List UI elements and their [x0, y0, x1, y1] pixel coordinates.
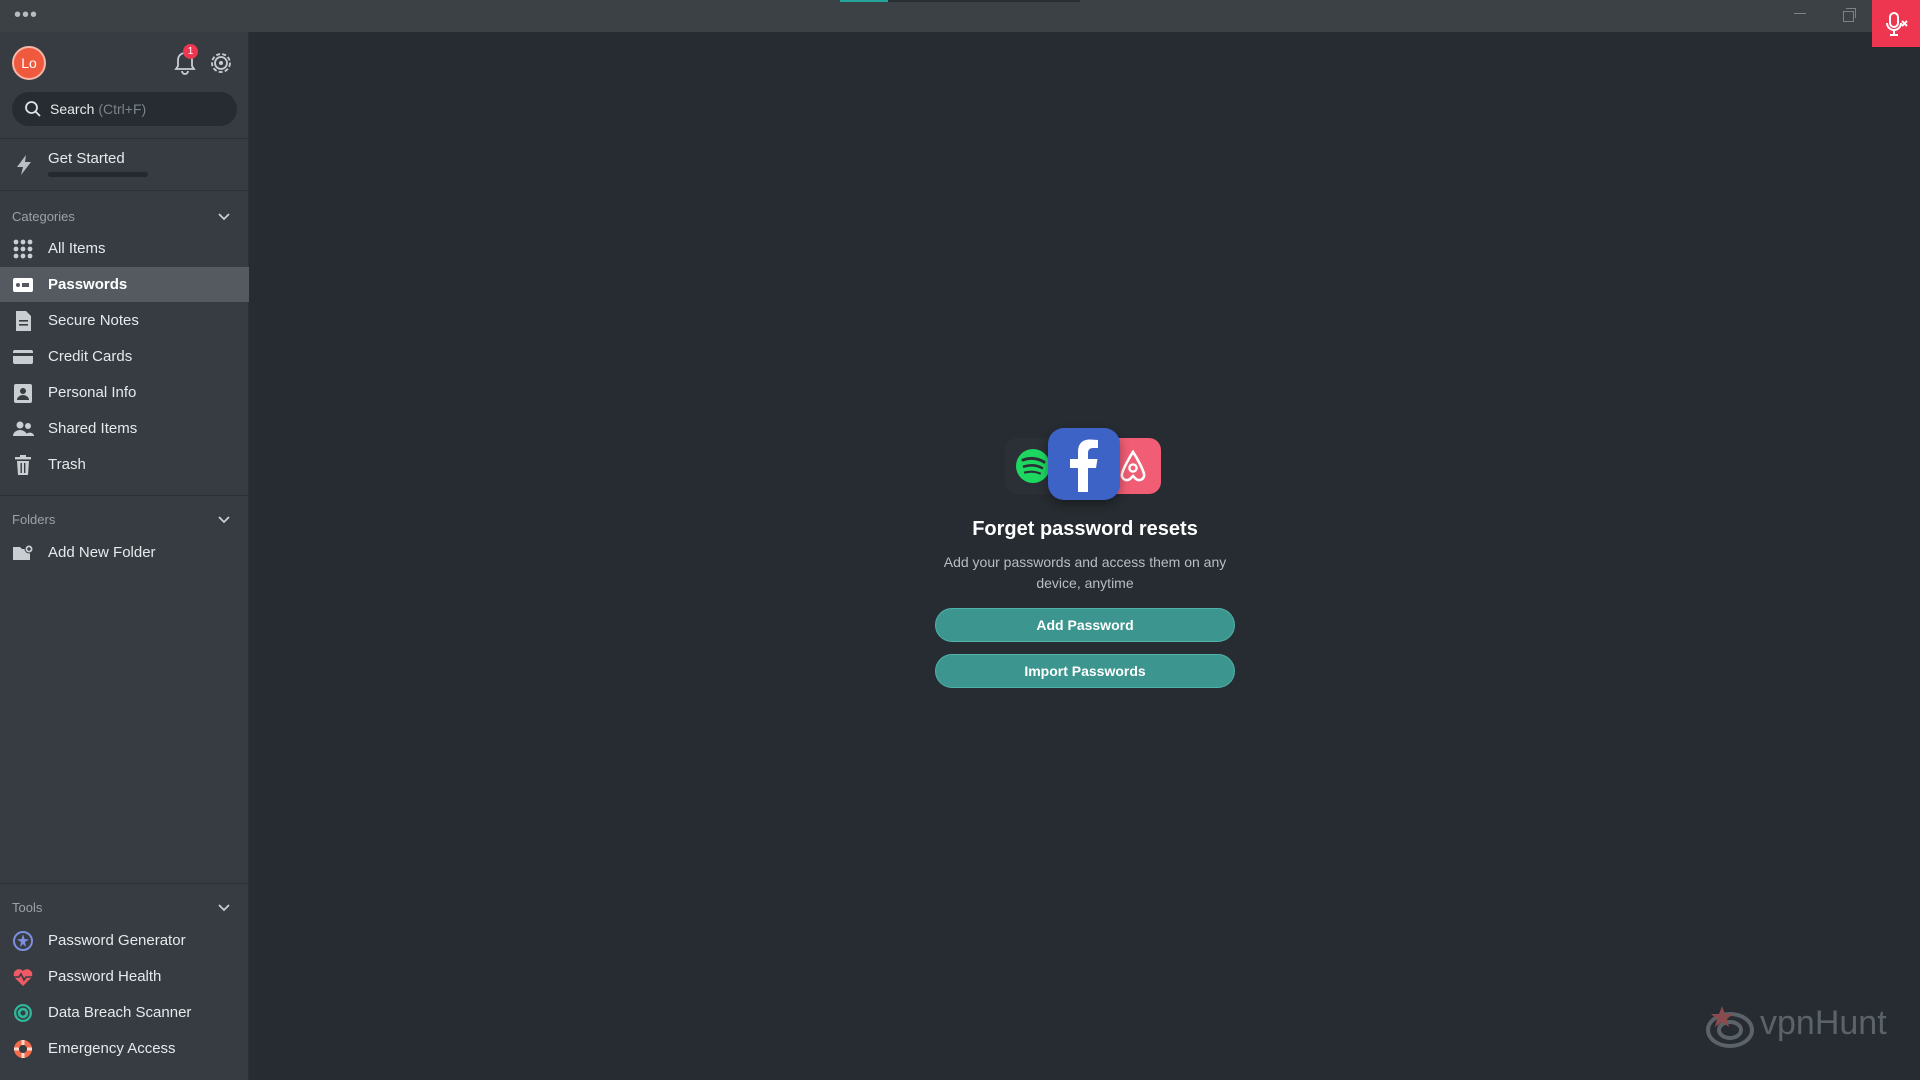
import-passwords-button[interactable]: Import Passwords [935, 654, 1235, 688]
divider [0, 190, 249, 191]
get-started-progress [48, 172, 148, 177]
microphone-muted-icon [1886, 11, 1908, 36]
note-icon [16, 311, 31, 331]
restore-icon [1842, 7, 1856, 22]
tool-emergency-access[interactable]: Emergency Access [0, 1031, 249, 1066]
search-shortcut-hint: (Ctrl+F) [98, 101, 147, 117]
sidebar-item-label: Add New Folder [48, 544, 156, 561]
sidebar-item-label: Passwords [48, 276, 128, 293]
divider [0, 883, 249, 884]
categories-heading: Categories [12, 209, 75, 224]
facebook-logo-icon [1048, 428, 1120, 500]
generator-icon [13, 931, 33, 951]
sidebar-item-passwords[interactable]: Passwords [0, 267, 249, 302]
divider [0, 495, 249, 496]
sidebar-item-label: Password Health [48, 968, 162, 985]
lightning-icon [17, 155, 31, 175]
password-card-icon [13, 278, 33, 292]
empty-state-subtitle: Add your passwords and access them on an… [935, 552, 1235, 594]
sidebar-item-label: Secure Notes [48, 312, 139, 329]
folder-add-icon [13, 544, 34, 560]
empty-state-title: Forget password resets [972, 518, 1198, 540]
search-placeholder: Search [50, 101, 95, 117]
microphone-muted-button[interactable] [1872, 0, 1920, 47]
active-tab-indicator [840, 0, 888, 2]
gear-icon[interactable] [208, 50, 234, 76]
credit-card-icon [13, 350, 33, 364]
sidebar-item-label: Data Breach Scanner [48, 1004, 192, 1021]
grid-icon [13, 239, 33, 259]
radar-icon [14, 1004, 32, 1022]
sidebar-item-all-items[interactable]: All Items [0, 231, 249, 266]
tools-heading: Tools [12, 900, 43, 915]
sidebar-item-credit-cards[interactable]: Credit Cards [0, 339, 249, 374]
title-bar: ••• [0, 0, 1920, 47]
avatar[interactable]: Lo [12, 46, 46, 80]
chevron-down-icon[interactable] [216, 900, 232, 916]
tool-data-breach-scanner[interactable]: Data Breach Scanner [0, 995, 249, 1030]
search-input[interactable]: Search (Ctrl+F) [12, 92, 237, 126]
empty-state-subtitle-line: device, anytime [1036, 575, 1134, 591]
trash-icon [15, 455, 31, 475]
sidebar-item-trash[interactable]: Trash [0, 447, 249, 482]
add-password-button[interactable]: Add Password [935, 608, 1235, 642]
notification-badge: 1 [183, 44, 198, 59]
folders-heading: Folders [12, 512, 56, 527]
minimize-button[interactable] [1776, 0, 1824, 32]
sidebar: Lo 1 Search (Ctrl+F) Get Started Categor… [0, 32, 249, 1080]
sidebar-item-label: Credit Cards [48, 348, 133, 365]
lifebuoy-icon [14, 1040, 32, 1058]
sidebar-item-label: Password Generator [48, 932, 186, 949]
restore-button[interactable] [1824, 0, 1872, 32]
id-badge-icon [14, 384, 32, 403]
tool-password-generator[interactable]: Password Generator [0, 923, 249, 958]
add-new-folder-button[interactable]: Add New Folder [0, 535, 249, 570]
sidebar-item-personal-info[interactable]: Personal Info [0, 375, 249, 410]
vpnhunt-watermark-icon [1706, 1006, 1754, 1048]
sidebar-item-label: Shared Items [48, 420, 138, 437]
sidebar-item-label: Emergency Access [48, 1040, 176, 1057]
tool-password-health[interactable]: Password Health [0, 959, 249, 994]
watermark-text: vpnHunt [1760, 1004, 1887, 1042]
menu-dots-icon[interactable]: ••• [14, 5, 38, 25]
heart-pulse-icon [13, 969, 33, 986]
sidebar-item-secure-notes[interactable]: Secure Notes [0, 303, 249, 338]
tab-strip [840, 0, 1080, 2]
chevron-down-icon[interactable] [216, 209, 232, 225]
divider [0, 138, 249, 139]
empty-state-subtitle-line: Add your passwords and access them on an… [943, 554, 1227, 570]
minimize-icon [1794, 12, 1806, 14]
get-started-label: Get Started [48, 150, 125, 167]
sidebar-item-shared-items[interactable]: Shared Items [0, 411, 249, 446]
sidebar-item-label: All Items [48, 240, 106, 257]
sidebar-item-label: Personal Info [48, 384, 137, 401]
sidebar-item-label: Trash [48, 456, 86, 473]
get-started-item[interactable]: Get Started [0, 142, 249, 190]
chevron-down-icon[interactable] [216, 512, 232, 528]
people-icon [13, 421, 34, 436]
search-icon [25, 101, 41, 117]
